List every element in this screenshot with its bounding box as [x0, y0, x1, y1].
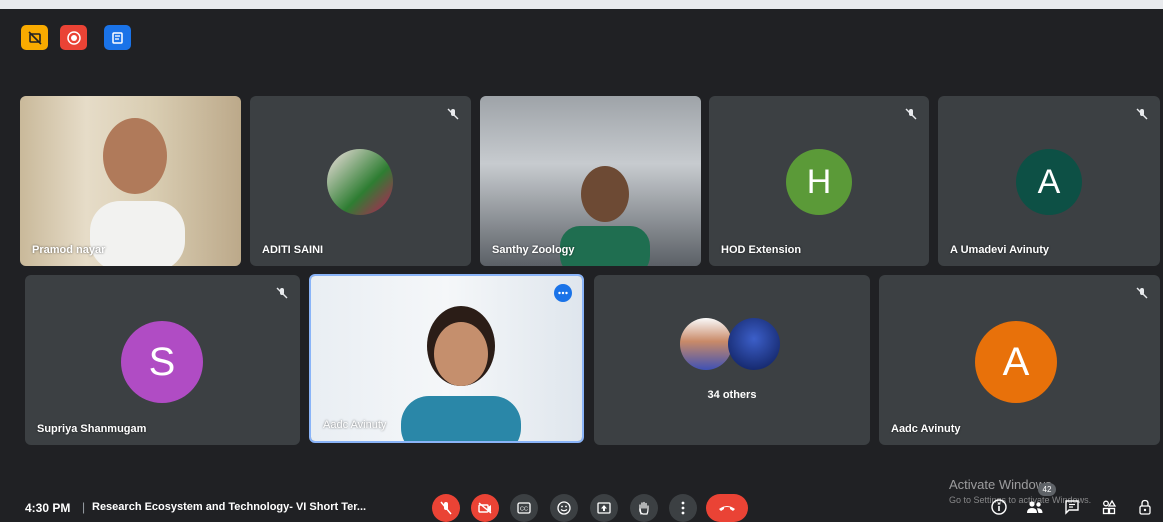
- participant-name: Aadc Avinuty: [891, 423, 961, 435]
- participant-tile-aadc[interactable]: A Aadc Avinuty: [879, 275, 1160, 445]
- info-icon: [991, 499, 1007, 515]
- participant-tile-hod[interactable]: H HOD Extension: [709, 96, 929, 266]
- mic-off-icon: [1134, 285, 1150, 301]
- more-options-button[interactable]: [669, 494, 697, 522]
- captions-button[interactable]: CC: [510, 494, 538, 522]
- record-icon[interactable]: [60, 25, 87, 50]
- more-horizontal-icon: [558, 291, 568, 295]
- participant-name: Supriya Shanmugam: [37, 423, 147, 435]
- participant-tile-umadevi[interactable]: A A Umadevi Avinuty: [938, 96, 1160, 266]
- participant-count-badge: 42: [1038, 483, 1056, 496]
- people-icon: [1027, 501, 1043, 513]
- person-silhouette: [401, 306, 521, 441]
- participant-tile-santhy[interactable]: Santhy Zoology: [480, 96, 701, 266]
- participant-name: Santhy Zoology: [492, 244, 575, 256]
- hang-up-icon: [719, 506, 735, 511]
- people-button[interactable]: [1024, 496, 1046, 518]
- participant-avatar: H: [786, 149, 852, 215]
- activities-button[interactable]: [1098, 496, 1120, 518]
- window-top-strip: [0, 0, 1163, 9]
- participant-tile-supriya[interactable]: S Supriya Shanmugam: [25, 275, 300, 445]
- others-count-label: 34 others: [707, 389, 757, 401]
- person-silhouette: [90, 118, 185, 266]
- leave-call-button[interactable]: [706, 494, 748, 522]
- camera-off-icon: [478, 502, 492, 514]
- participant-avatar: [327, 149, 393, 215]
- activate-windows-title: Activate Windows: [949, 477, 1052, 492]
- reactions-button[interactable]: [550, 494, 578, 522]
- participant-name: ADITI SAINI: [262, 244, 324, 256]
- participant-avatar: [728, 318, 780, 370]
- participant-name: Pramod nayar: [32, 244, 106, 256]
- chat-button[interactable]: [1061, 496, 1083, 518]
- meeting-time: 4:30 PM: [25, 501, 71, 515]
- emoji-icon: [557, 501, 571, 515]
- meeting-details-button[interactable]: [988, 496, 1010, 518]
- mic-off-icon: [1134, 106, 1150, 122]
- hand-icon: [639, 501, 649, 515]
- participant-name: A Umadevi Avinuty: [950, 244, 1050, 256]
- lock-person-icon: [1139, 499, 1151, 515]
- more-options-button[interactable]: [554, 284, 572, 302]
- chat-icon: [1065, 500, 1079, 515]
- participant-count: 42: [1042, 485, 1052, 494]
- meeting-separator: |: [82, 500, 86, 514]
- no-video-icon[interactable]: [21, 25, 48, 50]
- raise-hand-button[interactable]: [630, 494, 658, 522]
- participant-name: Aadc Avinuty: [323, 419, 387, 431]
- activities-icon: [1102, 499, 1117, 515]
- mic-off-icon: [440, 501, 452, 515]
- others-tile[interactable]: 34 others: [594, 275, 870, 445]
- svg-text:CC: CC: [520, 507, 528, 513]
- participant-tile-aadc-video[interactable]: Aadc Avinuty: [309, 274, 584, 443]
- captions-icon: CC: [517, 502, 531, 514]
- camera-toggle-button[interactable]: [471, 494, 499, 522]
- participant-avatar: A: [975, 321, 1057, 403]
- participant-name: HOD Extension: [721, 244, 802, 256]
- more-vertical-icon: [681, 501, 685, 515]
- mic-toggle-button[interactable]: [432, 494, 460, 522]
- meeting-title: Research Ecosystem and Technology- VI Sh…: [92, 501, 367, 513]
- mic-off-icon: [274, 285, 290, 301]
- participant-avatar: [680, 318, 732, 370]
- participant-tile-pramod[interactable]: Pramod nayar: [20, 96, 241, 266]
- participant-avatar: A: [1016, 149, 1082, 215]
- participant-avatar: S: [121, 321, 203, 403]
- present-button[interactable]: [590, 494, 618, 522]
- mic-off-icon: [903, 106, 919, 122]
- participant-tile-aditi[interactable]: ADITI SAINI: [250, 96, 471, 266]
- present-screen-icon: [597, 502, 611, 514]
- notes-icon[interactable]: [104, 25, 131, 50]
- host-controls-button[interactable]: [1134, 496, 1156, 518]
- mic-off-icon: [445, 106, 461, 122]
